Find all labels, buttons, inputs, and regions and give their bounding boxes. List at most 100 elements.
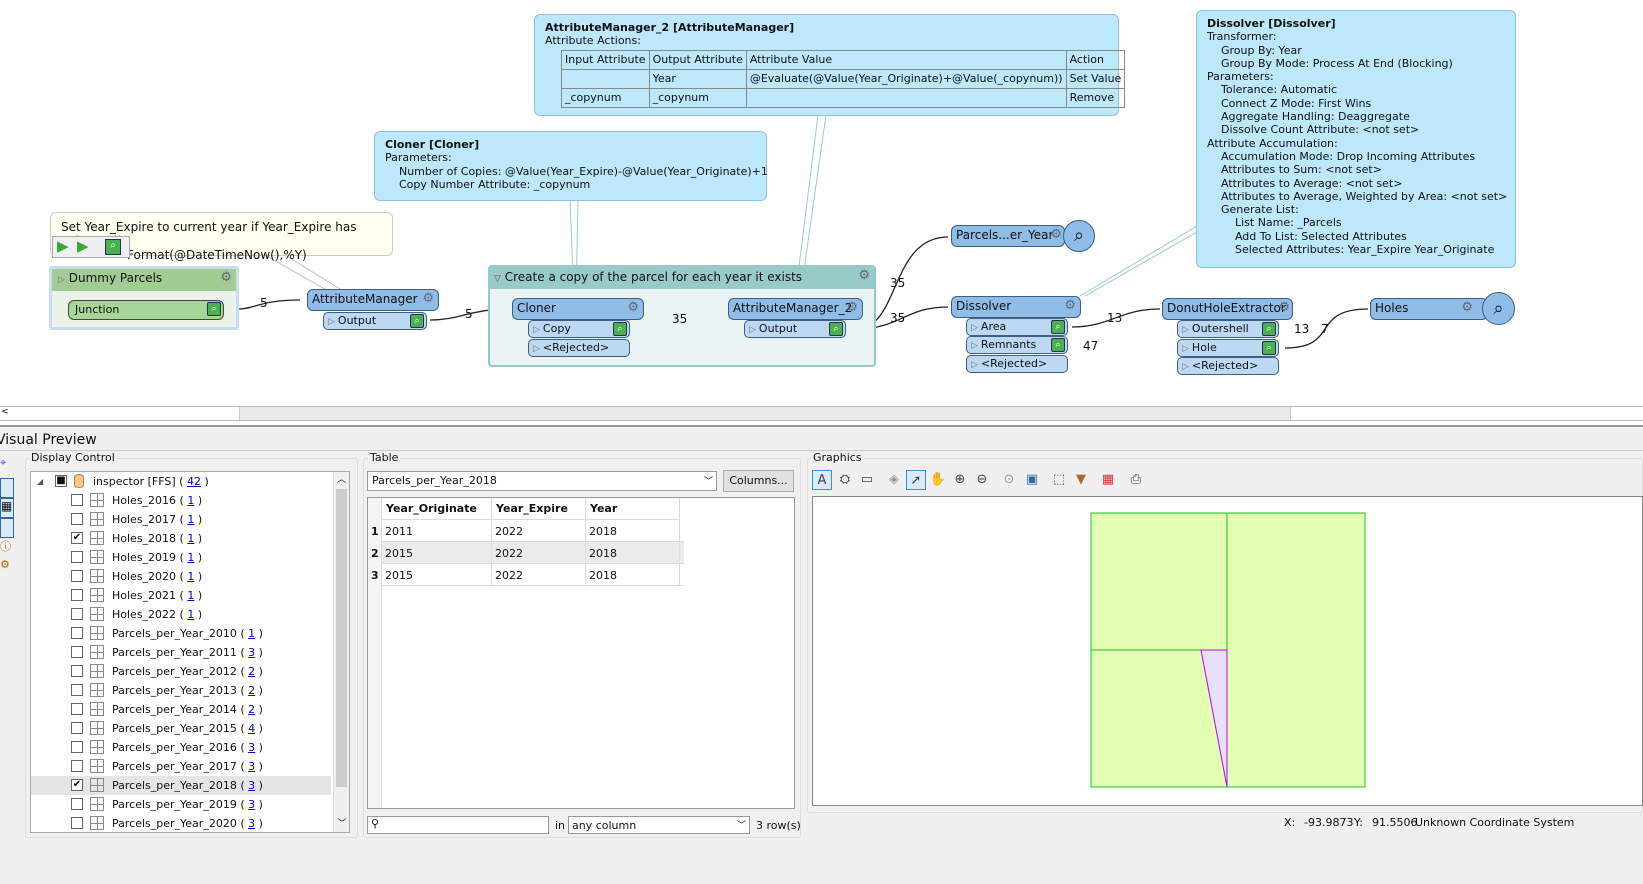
bookmark-header[interactable]: ▽ Create a copy of the parcel for each y… (490, 267, 874, 289)
port-copy[interactable]: ▷ Copy ⌕ (528, 320, 630, 338)
tree-root[interactable]: ◢ ■ inspector [FFS] ( 42 ) (31, 472, 331, 491)
inspector-magnifier-icon[interactable]: ⌕ (1063, 220, 1095, 252)
table-row[interactable]: 3 2015 2022 2018 (368, 564, 684, 586)
inspect-icon[interactable]: ⌕ (410, 314, 424, 328)
table-toggle-icon[interactable]: ▦ (0, 498, 14, 518)
layer-checkbox[interactable] (71, 551, 83, 563)
display-control-toggle-icon[interactable] (0, 478, 14, 498)
count-label[interactable]: 47 (1083, 339, 1098, 353)
inspect-icon[interactable]: ⌕ (829, 322, 843, 336)
port-remnants[interactable]: ▷ Remnants ⌕ (966, 336, 1068, 354)
tree-item[interactable]: Parcels_per_Year_2010 ( 1 ) (31, 624, 331, 643)
tree-item[interactable]: Parcels_per_Year_2011 ( 3 ) (31, 643, 331, 662)
collapse-arrow-icon[interactable]: ◢ (37, 472, 43, 491)
tree-item[interactable]: Holes_2021 ( 1 ) (31, 586, 331, 605)
inspect-icon[interactable]: ⌕ (1051, 320, 1065, 334)
tree-item[interactable]: Parcels_per_Year_2014 ( 2 ) (31, 700, 331, 719)
3d-view-icon[interactable]: ◈ (884, 470, 904, 490)
inspect-icon[interactable]: ⌕ (1262, 341, 1276, 355)
feature-count-link[interactable]: 3 (248, 760, 255, 773)
run-to-here-icon[interactable]: ▶ (57, 237, 69, 255)
inspect-icon[interactable]: ⌕ (613, 322, 627, 336)
collapse-icon[interactable]: ▽ (494, 274, 501, 284)
layer-checkbox[interactable] (71, 703, 83, 715)
settings-icon[interactable]: ⚙ (0, 558, 14, 578)
info-icon[interactable]: ⓘ (0, 538, 14, 558)
port-outershell[interactable]: ▷ Outershell ⌕ (1177, 320, 1279, 338)
label-tool-icon[interactable]: A (812, 470, 832, 490)
layer-checkbox[interactable] (71, 646, 83, 658)
feature-count-link[interactable]: 2 (248, 684, 255, 697)
filter-icon[interactable]: ▼ (1071, 470, 1091, 490)
layer-checkbox[interactable] (71, 760, 83, 772)
tree-item[interactable]: Parcels_per_Year_2013 ( 2 ) (31, 681, 331, 700)
count-label[interactable]: 35 (672, 312, 687, 326)
count-label[interactable]: 13 (1294, 322, 1309, 336)
layer-checkbox[interactable] (71, 627, 83, 639)
scrollbar-thumb[interactable] (336, 489, 347, 787)
layer-checkbox[interactable] (71, 722, 83, 734)
layers-icon[interactable]: ▭ (857, 470, 877, 490)
layer-checkbox[interactable] (71, 665, 83, 677)
color-grid-icon[interactable]: ▦ (1098, 470, 1118, 490)
gear-icon[interactable]: ⚙ (1050, 227, 1062, 242)
bookmark-dummy-parcels[interactable]: ▷ Dummy Parcels ⚙ Junction ⌕ (49, 266, 239, 330)
port-rejected[interactable]: ▷ <Rejected> (528, 339, 630, 357)
tree-item[interactable]: Holes_2019 ( 1 ) (31, 548, 331, 567)
scrollbar-thumb[interactable] (10, 407, 240, 420)
inspect-icon[interactable]: ⌕ (105, 239, 121, 255)
layer-checkbox[interactable] (71, 494, 83, 506)
select-features-icon[interactable]: ⬚ (1049, 470, 1069, 490)
feature-count-link[interactable]: 1 (187, 532, 194, 545)
transformer-holes-writer[interactable]: Holes ⚙ (1370, 298, 1488, 320)
layer-checkbox[interactable] (71, 589, 83, 601)
select-tool-icon[interactable]: ➚ (906, 470, 926, 490)
count-label[interactable]: 5 (465, 307, 473, 321)
port-output[interactable]: ▷ Output ⌕ (744, 320, 846, 338)
count-label[interactable]: 35 (890, 276, 905, 290)
gear-icon[interactable]: ⚙ (858, 268, 870, 283)
gear-icon[interactable]: ⚙ (846, 300, 858, 315)
layer-checkbox[interactable] (71, 798, 83, 810)
layer-checkbox[interactable] (71, 684, 83, 696)
feature-count-link[interactable]: 3 (248, 779, 255, 792)
inspect-icon[interactable]: ⌕ (207, 302, 221, 316)
transformer-attributemanager[interactable]: AttributeManager ⚙ (307, 289, 439, 311)
parcel-polygon-3[interactable] (1226, 512, 1366, 788)
graphics-toggle-icon[interactable] (0, 518, 14, 538)
canvas-horizontal-scrollbar[interactable]: < (0, 406, 1643, 421)
select-tool-icon[interactable]: ⌖ (0, 456, 14, 474)
zoom-out-icon[interactable]: ⊖ (972, 470, 992, 490)
data-table[interactable]: Year_Originate Year_Expire Year 1 2011 2022 2… (367, 497, 795, 809)
root-checkbox[interactable]: ■ (55, 475, 67, 487)
transformer-dissolver[interactable]: Dissolver ⚙ (951, 296, 1081, 318)
feature-count-link[interactable]: 1 (187, 551, 194, 564)
gear-icon[interactable]: ⚙ (627, 300, 639, 315)
export-icon[interactable]: ⎙ (1126, 470, 1146, 490)
columns-button[interactable]: Columns... (723, 470, 794, 492)
port-rejected[interactable]: ▷ <Rejected> (966, 355, 1068, 373)
layer-checkbox[interactable] (71, 570, 83, 582)
expand-icon[interactable]: ▷ (58, 275, 65, 285)
bookmark-header[interactable]: ▷ Dummy Parcels ⚙ (52, 269, 236, 291)
scroll-up-arrow[interactable]: ︿ (334, 472, 349, 488)
transformer-attributemanager2[interactable]: AttributeManager_2 ⚙ (728, 298, 863, 320)
scroll-left-arrow[interactable]: < (0, 407, 10, 420)
count-label[interactable]: 13 (1107, 311, 1122, 325)
parcel-polygon-1[interactable] (1090, 512, 1228, 651)
tree-item[interactable]: Holes_2022 ( 1 ) (31, 605, 331, 624)
root-count-link[interactable]: 42 (187, 475, 201, 488)
feature-count-link[interactable]: 1 (187, 608, 194, 621)
gear-icon[interactable]: ⚙ (1278, 300, 1290, 315)
junction-transformer[interactable]: Junction ⌕ (68, 300, 224, 320)
inspector-magnifier-icon[interactable]: ⌕ (1482, 292, 1515, 325)
layer-checkbox[interactable]: ✔ (71, 532, 83, 544)
tree-item[interactable]: Parcels_per_Year_2017 ( 3 ) (31, 757, 331, 776)
run-from-here-icon[interactable]: ▶ (77, 237, 89, 255)
tree-item[interactable]: ✔ Holes_2018 ( 1 ) (31, 529, 331, 548)
feature-count-link[interactable]: 1 (187, 513, 194, 526)
gear-icon[interactable]: ⚙ (422, 291, 434, 306)
transformer-donutholeextractor[interactable]: DonutHoleExtractor ⚙ (1162, 298, 1293, 320)
tree-item[interactable]: Parcels_per_Year_2012 ( 2 ) (31, 662, 331, 681)
feature-count-link[interactable]: 1 (187, 494, 194, 507)
